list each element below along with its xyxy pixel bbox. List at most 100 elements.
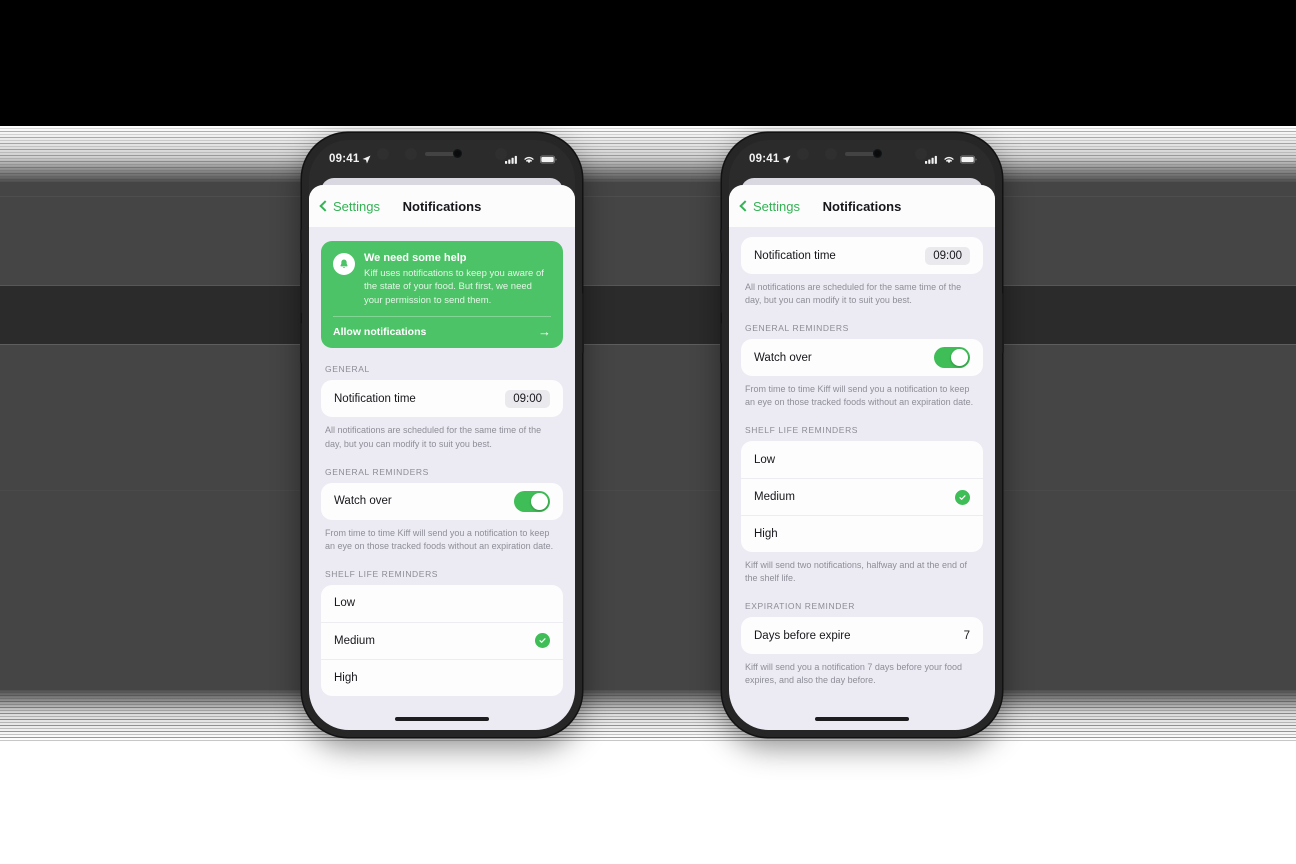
chevron-left-icon [739,200,751,212]
background-scanlines-bottom-fade [0,690,1296,742]
settings-scroll-content[interactable]: Notification time 09:00 All notification… [729,227,995,730]
battery-icon [540,155,557,163]
background-band-gray-lower [0,345,1296,690]
row-shelf-life-high[interactable]: High [741,515,983,552]
background-scanlines-top-fade [0,126,1296,182]
watch-over-toggle[interactable] [514,490,550,512]
section-header-general-reminders: GENERAL REMINDERS [325,466,429,477]
check-icon [535,633,550,649]
settings-scroll-content[interactable]: We need some help Kiff uses notification… [309,227,575,730]
volume-up-button[interactable] [300,273,302,313]
settings-card-expiration: Days before expire 7 [741,617,983,655]
allow-notifications-button[interactable]: Allow notifications → [333,317,551,348]
cellular-bars-icon [505,155,517,164]
row-shelf-life-low[interactable]: Low [321,585,563,622]
phone-mockup-left: 09:41 Settings Notifications We need som… [300,133,584,737]
back-button[interactable]: Settings [739,198,800,214]
row-label: Days before expire [754,629,851,642]
notification-time-value[interactable]: 09:00 [925,246,970,265]
bell-icon [333,253,355,275]
days-before-expire-value: 7 [963,629,970,642]
section-header-shelf-life: SHELF LIFE REMINDERS [745,425,859,436]
row-shelf-life-high[interactable]: High [321,658,563,696]
row-label: Notification time [334,392,416,405]
status-bar-indicators [505,155,557,164]
row-watch-over[interactable]: Watch over [741,339,983,376]
arrow-right-icon: → [538,324,551,340]
row-label: Watch over [754,351,812,364]
location-arrow-icon [782,155,791,163]
permission-banner: We need some help Kiff uses notification… [321,241,563,349]
home-indicator[interactable] [815,717,909,721]
power-button[interactable] [1002,293,1004,353]
volume-down-button[interactable] [300,323,302,363]
permission-banner-text: We need some help Kiff uses notification… [364,252,551,307]
background-white-bottom [0,742,1296,864]
row-days-before-expire[interactable]: Days before expire 7 [741,617,983,654]
power-button[interactable] [582,293,584,353]
app-sheet-right: Settings Notifications Notification time… [729,185,995,730]
row-label: High [754,528,778,541]
row-label: High [334,671,358,684]
status-bar: 09:41 [729,140,995,174]
mute-switch[interactable] [300,229,302,253]
section-header-expiration: EXPIRATION REMINDER [745,601,855,612]
row-label: Notification time [754,249,836,262]
settings-card-general-reminders: Watch over [321,482,563,520]
settings-card-shelf-life: Low Medium High [741,441,983,553]
section-header-general-reminders: GENERAL REMINDERS [745,323,849,334]
status-bar-time: 09:41 [749,153,780,165]
settings-card-general-reminders: Watch over [741,339,983,377]
row-watch-over[interactable]: Watch over [321,483,563,520]
section-footer-general-reminders: From time to time Kiff will send you a n… [745,384,974,408]
screenshot-canvas: 09:41 Settings Notifications We need som… [0,0,1296,864]
row-label: Medium [754,491,795,504]
section-footer-general: All notifications are scheduled for the … [325,425,542,449]
section-footer-general-reminders: From time to time Kiff will send you a n… [325,527,554,551]
location-arrow-icon [362,155,371,163]
home-indicator[interactable] [395,717,489,721]
status-bar-indicators [925,155,977,164]
cellular-bars-icon [925,155,937,164]
settings-card-shelf-life: Low Medium High [321,584,563,696]
row-shelf-life-medium[interactable]: Medium [321,621,563,659]
row-notification-time[interactable]: Notification time 09:00 [741,237,983,274]
back-button-label: Settings [753,198,800,214]
status-bar-time-group: 09:41 [749,153,791,165]
notification-time-value[interactable]: 09:00 [505,389,550,408]
background-band-darker [0,285,1296,345]
status-bar-time-group: 09:41 [329,153,371,165]
section-footer-shelf-life: Kiff will send two notifications, halfwa… [745,560,967,584]
volume-down-button[interactable] [720,323,722,363]
battery-icon [960,155,977,163]
permission-banner-body: Kiff uses notifications to keep you awar… [364,268,544,306]
back-button-label: Settings [333,198,380,214]
row-label: Low [754,453,776,466]
settings-card-general: Notification time 09:00 [741,237,983,274]
allow-notifications-label: Allow notifications [333,325,427,338]
permission-banner-top: We need some help Kiff uses notification… [333,252,551,307]
settings-card-general: Notification time 09:00 [321,380,563,418]
mute-switch[interactable] [720,229,722,253]
phone-screen-right: 09:41 Settings Notifications Notificatio… [729,140,995,730]
permission-banner-heading: We need some help [364,252,467,264]
navigation-bar: Settings Notifications [309,185,575,227]
status-bar: 09:41 [309,140,575,174]
section-footer-expiration: Kiff will send you a notification 7 days… [745,662,962,686]
wifi-icon [944,156,954,163]
status-bar-time: 09:41 [329,153,360,165]
watch-over-toggle[interactable] [934,347,970,369]
row-shelf-life-low[interactable]: Low [741,441,983,478]
row-shelf-life-medium[interactable]: Medium [741,478,983,515]
phone-screen-left: 09:41 Settings Notifications We need som… [309,140,575,730]
app-sheet-left: Settings Notifications We need some help… [309,185,575,730]
check-icon [955,489,970,505]
section-footer-general: All notifications are scheduled for the … [745,282,962,306]
chevron-left-icon [319,200,331,212]
row-notification-time[interactable]: Notification time 09:00 [321,380,563,417]
volume-up-button[interactable] [720,273,722,313]
navigation-bar: Settings Notifications [729,185,995,227]
back-button[interactable]: Settings [319,198,380,214]
background-band-gray-upper [0,182,1296,285]
background-band-black [0,0,1296,126]
